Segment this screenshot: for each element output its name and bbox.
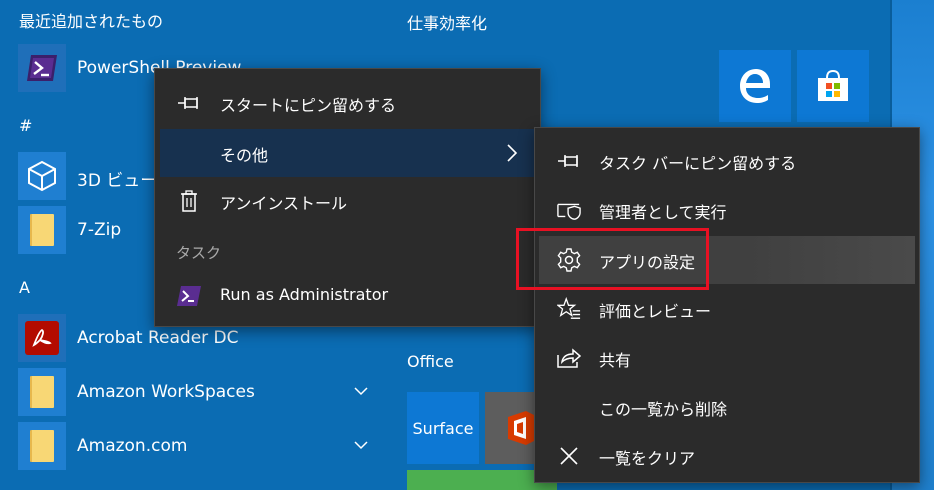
chevron-down-icon[interactable]	[352, 436, 370, 454]
submenu-remove-from-list[interactable]: この一覧から削除	[535, 383, 919, 431]
group-a-header[interactable]: A	[19, 278, 30, 297]
submenu-run-as-admin[interactable]: 管理者として実行	[535, 186, 919, 234]
app-label: Amazon WorkSpaces	[77, 382, 255, 402]
menu-item-label: Run as Administrator	[220, 285, 389, 304]
close-icon	[557, 444, 581, 468]
powershell-icon	[18, 44, 66, 92]
share-icon	[557, 346, 581, 370]
menu-uninstall[interactable]: アンインストール	[155, 177, 540, 225]
menu-more[interactable]: その他	[160, 129, 535, 177]
tile-surface[interactable]: Surface	[407, 392, 479, 464]
tile-group-productivity[interactable]: 仕事効率化	[407, 10, 487, 34]
tile-group-office[interactable]: Office	[407, 352, 454, 371]
menu-item-label: 評価とレビュー	[599, 302, 712, 321]
edge-icon	[738, 69, 772, 103]
tile-edge[interactable]	[719, 50, 791, 122]
tile-label: Surface	[412, 418, 474, 438]
submenu-app-settings[interactable]: アプリの設定	[539, 236, 915, 284]
menu-item-label: アプリの設定	[599, 253, 696, 272]
app-label: 7-Zip	[77, 220, 122, 240]
recent-header: 最近追加されたもの	[19, 12, 164, 31]
office-icon	[506, 411, 536, 445]
app-label: Amazon.com	[77, 436, 188, 456]
menu-pin-to-start[interactable]: スタートにピン留めする	[155, 79, 540, 127]
folder-icon	[18, 206, 66, 254]
star-list-icon	[557, 297, 581, 321]
pin-icon	[177, 91, 201, 115]
trash-icon	[177, 189, 201, 213]
shield-icon	[557, 198, 581, 222]
menu-item-label: 共有	[599, 351, 632, 370]
chevron-right-icon	[500, 141, 524, 165]
context-menu: スタートにピン留めする その他 アンインストール タスク Run as Admi…	[154, 68, 541, 327]
menu-section-tasks: タスク	[176, 244, 222, 262]
menu-item-label: 管理者として実行	[599, 203, 727, 222]
folder-icon	[18, 368, 66, 416]
menu-item-label: その他	[220, 146, 269, 165]
app-amazon-workspaces[interactable]: Amazon WorkSpaces	[0, 368, 380, 420]
submenu-share[interactable]: 共有	[535, 334, 919, 382]
submenu-rate-review[interactable]: 評価とレビュー	[535, 285, 919, 333]
menu-item-label: この一覧から削除	[599, 400, 728, 419]
acrobat-icon	[18, 314, 66, 362]
powershell-icon	[177, 284, 201, 308]
store-icon	[816, 70, 850, 102]
menu-item-label: 一覧をクリア	[599, 449, 696, 468]
menu-run-as-admin[interactable]: Run as Administrator	[155, 272, 540, 320]
app-label: Acrobat Reader DC	[77, 328, 239, 348]
menu-item-label: スタートにピン留めする	[220, 96, 397, 115]
cube-3d-icon	[18, 152, 66, 200]
gear-icon	[557, 248, 581, 272]
app-amazon-com[interactable]: Amazon.com	[0, 422, 380, 474]
chevron-down-icon[interactable]	[352, 382, 370, 400]
submenu-clear-list[interactable]: 一覧をクリア	[535, 432, 919, 480]
menu-item-label: アンインストール	[220, 194, 348, 213]
submenu: タスク バーにピン留めする 管理者として実行 アプリの設定 評価とレビュー 共有…	[534, 127, 920, 483]
menu-item-label: タスク バーにピン留めする	[599, 154, 797, 173]
pin-icon	[557, 149, 581, 173]
folder-icon	[18, 422, 66, 470]
group-hash-header[interactable]: #	[19, 116, 32, 135]
submenu-pin-to-taskbar[interactable]: タスク バーにピン留めする	[535, 137, 919, 185]
tile-store[interactable]	[797, 50, 869, 122]
